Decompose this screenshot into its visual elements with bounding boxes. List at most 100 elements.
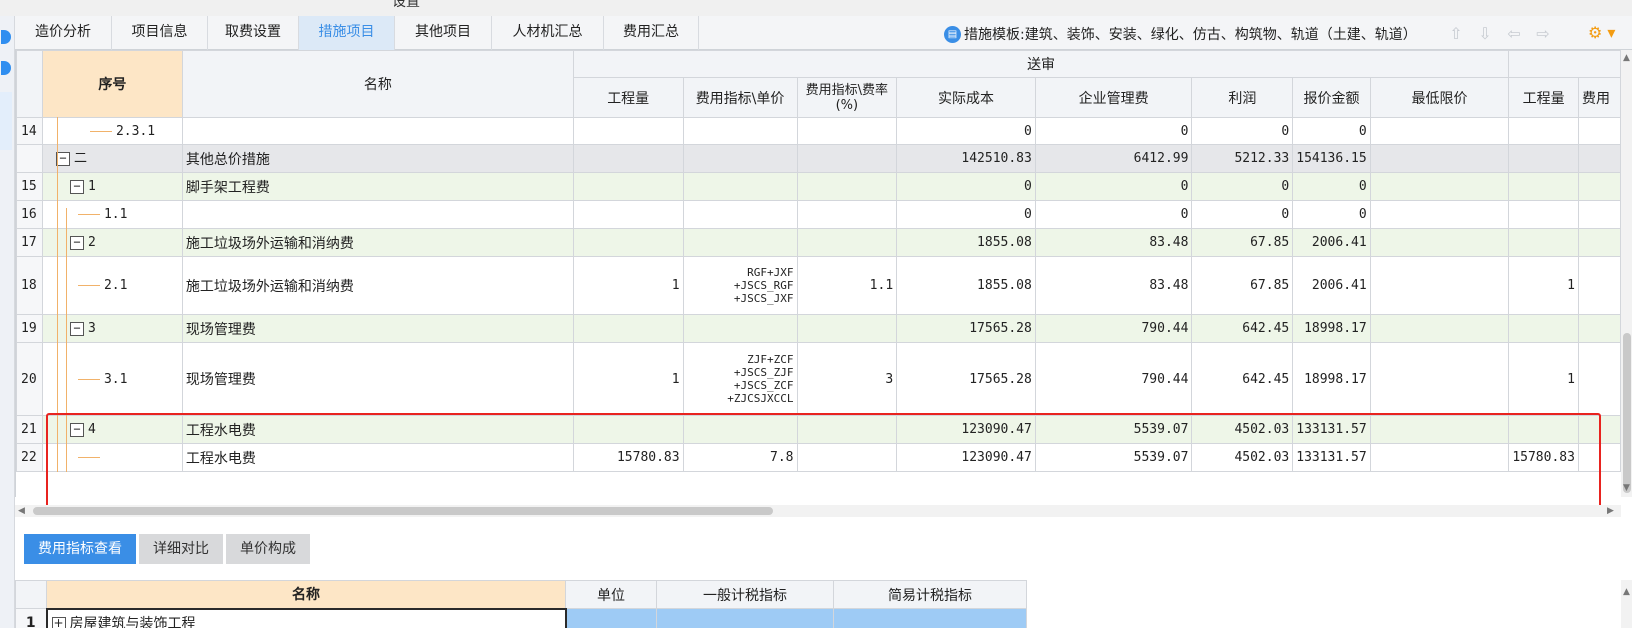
tab-unit-price-composition[interactable]: 单价构成 [226, 534, 310, 564]
cell-qty[interactable] [572, 172, 684, 201]
rail-indicator-icon[interactable] [1, 30, 11, 44]
cell-profit[interactable]: 642.45 [1191, 342, 1294, 416]
sub-vertical-scrollbar[interactable]: ▲ [1621, 580, 1632, 628]
cell-qty2[interactable]: 15780.83 [1508, 443, 1579, 472]
tab-fee-settings[interactable]: 取费设置 [208, 16, 299, 50]
scroll-down-icon[interactable]: ▼ [1623, 482, 1630, 494]
row-name[interactable]: 现场管理费 [181, 342, 574, 416]
move-left-icon[interactable]: ⇦ [1504, 24, 1524, 44]
collapse-icon[interactable]: − [69, 321, 84, 336]
cell-unit-price[interactable] [682, 228, 798, 257]
cell-qty[interactable] [572, 314, 684, 343]
cell-profit[interactable]: 0 [1191, 200, 1294, 229]
cell-rate[interactable]: 1.1 [796, 256, 898, 315]
row-name[interactable]: 施工垃圾场外运输和消纳费 [181, 256, 574, 315]
cell-qty2[interactable] [1508, 314, 1579, 343]
col-rate-header[interactable]: 费用指标\费率(%) [796, 77, 898, 118]
row-name[interactable] [181, 200, 574, 229]
cell-actual-cost[interactable]: 0 [896, 200, 1036, 229]
cell-fee2[interactable] [1577, 144, 1621, 173]
cell-min-price[interactable] [1369, 415, 1510, 444]
row-name[interactable] [181, 117, 574, 145]
cell-qty[interactable] [572, 117, 684, 145]
cell-profit[interactable]: 67.85 [1191, 228, 1294, 257]
table-row[interactable]: 18 2.1 施工垃圾场外运输和消纳费 1 RGF+JXF +JSCS_RGF +J… [16, 256, 1621, 315]
cell-quote[interactable]: 154136.15 [1292, 144, 1371, 173]
cell-min-price[interactable] [1369, 228, 1510, 257]
col-unit-price-header[interactable]: 费用指标\单价 [682, 77, 798, 118]
table-row[interactable]: 19 −3 现场管理费 17565.28 790.44 642.45 18998… [16, 314, 1621, 343]
sub-col-simple-tax-header[interactable]: 简易计税指标 [833, 580, 1027, 609]
cell-fee2[interactable] [1577, 200, 1621, 229]
cell-min-price[interactable] [1369, 314, 1510, 343]
move-right-icon[interactable]: ⇨ [1533, 24, 1553, 44]
cell-qty2[interactable] [1508, 117, 1579, 145]
cell-qty[interactable] [572, 144, 684, 173]
cell-qty2[interactable]: 1 [1508, 342, 1579, 416]
collapse-icon[interactable]: − [55, 151, 70, 166]
table-row[interactable]: 14 2.3.1 0 0 0 0 [16, 117, 1621, 145]
cell-rate[interactable] [796, 172, 898, 201]
cell-unit-price[interactable]: 7.8 [682, 443, 798, 472]
col-fee2-header[interactable]: 费用 [1577, 77, 1621, 118]
cell-fee2[interactable] [1577, 342, 1621, 416]
cell-actual-cost[interactable]: 17565.28 [896, 342, 1036, 416]
cell-quote[interactable]: 0 [1292, 200, 1371, 229]
cell-quote[interactable]: 18998.17 [1292, 314, 1371, 343]
cell-fee2[interactable] [1577, 256, 1621, 315]
cell-min-price[interactable] [1369, 256, 1510, 315]
cell-unit-price[interactable]: RGF+JXF +JSCS_RGF +JSCS_JXF [682, 256, 798, 315]
cell-mgmt-fee[interactable]: 5539.07 [1034, 443, 1193, 472]
cell-profit[interactable]: 5212.33 [1191, 144, 1294, 173]
cell-profit[interactable]: 4502.03 [1191, 415, 1294, 444]
col-min-price-header[interactable]: 最低限价 [1369, 77, 1510, 118]
cell-qty2[interactable] [1508, 172, 1579, 201]
scroll-thumb[interactable] [33, 507, 773, 515]
cell-qty[interactable]: 15780.83 [572, 443, 684, 472]
cell-actual-cost[interactable]: 123090.47 [896, 415, 1036, 444]
tab-measures[interactable]: 措施项目 [299, 16, 395, 50]
sub-col-general-tax-header[interactable]: 一般计税指标 [656, 580, 834, 609]
cell-unit-price[interactable] [682, 144, 798, 173]
cell-fee2[interactable] [1577, 117, 1621, 145]
cell-qty2[interactable] [1508, 200, 1579, 229]
cell-qty[interactable] [572, 415, 684, 444]
sub-cell-unit[interactable] [565, 608, 657, 628]
cell-qty[interactable] [572, 200, 684, 229]
move-up-icon[interactable]: ⇧ [1446, 24, 1466, 44]
cell-qty2[interactable] [1508, 415, 1579, 444]
cell-mgmt-fee[interactable]: 0 [1034, 172, 1193, 201]
table-row[interactable]: 17 −2 施工垃圾场外运输和消纳费 1855.08 83.48 67.85 2… [16, 228, 1621, 257]
cell-qty[interactable]: 1 [572, 256, 684, 315]
tab-project-info[interactable]: 项目信息 [112, 16, 208, 50]
cell-quote[interactable]: 0 [1292, 117, 1371, 145]
cell-rate[interactable] [796, 117, 898, 145]
rail-active-item[interactable] [0, 92, 12, 150]
sub-cell-general[interactable] [656, 608, 834, 628]
cell-quote[interactable]: 2006.41 [1292, 256, 1371, 315]
tab-fee-index-view[interactable]: 费用指标查看 [24, 534, 136, 564]
measure-template-selector[interactable]: ▤ 措施模板:建筑、装饰、安装、绿化、仿古、构筑物、轨道（土建、轨道） [944, 24, 1417, 44]
cell-mgmt-fee[interactable]: 790.44 [1034, 314, 1193, 343]
cell-quote[interactable]: 0 [1292, 172, 1371, 201]
cell-qty2[interactable] [1508, 144, 1579, 173]
sub-cell-simple[interactable] [833, 608, 1027, 628]
cell-unit-price[interactable] [682, 172, 798, 201]
cell-rate[interactable]: 3 [796, 342, 898, 416]
cell-unit-price[interactable]: ZJF+ZCF +JSCS_ZJF +JSCS_ZCF +ZJCSJXCCL [682, 342, 798, 416]
cell-actual-cost[interactable]: 0 [896, 117, 1036, 145]
cell-mgmt-fee[interactable]: 83.48 [1034, 228, 1193, 257]
cell-fee2[interactable] [1577, 443, 1621, 472]
cell-fee2[interactable] [1577, 314, 1621, 343]
cell-qty2[interactable] [1508, 228, 1579, 257]
cell-actual-cost[interactable]: 17565.28 [896, 314, 1036, 343]
table-row[interactable]: 15 −1 脚手架工程费 0 0 0 0 [16, 172, 1621, 201]
scroll-thumb[interactable] [1623, 333, 1631, 493]
cell-qty2[interactable]: 1 [1508, 256, 1579, 315]
row-name[interactable]: 施工垃圾场外运输和消纳费 [181, 228, 574, 257]
move-down-icon[interactable]: ⇩ [1475, 24, 1495, 44]
cell-actual-cost[interactable]: 123090.47 [896, 443, 1036, 472]
scroll-up-icon[interactable]: ▲ [1623, 586, 1630, 598]
col-qty-header[interactable]: 工程量 [572, 77, 684, 118]
row-name[interactable]: 其他总价措施 [181, 144, 574, 173]
